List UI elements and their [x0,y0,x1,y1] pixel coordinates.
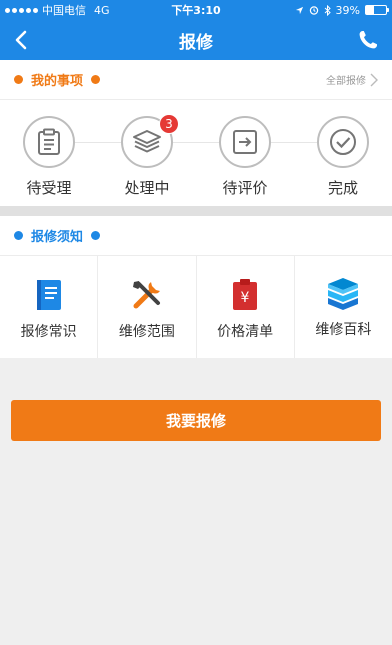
chevron-left-icon[interactable] [10,28,34,52]
repair-notice-card: 报修须知 报修常识 维修范围 ¥ 价格清单 维修百科 [0,216,392,358]
nav-bar: 报修 [0,20,392,60]
check-circle-icon [330,129,356,155]
all-repairs-link[interactable]: 全部报修 [326,72,378,87]
notice-grid: 报修常识 维修范围 ¥ 价格清单 维修百科 [0,256,392,358]
submit-repair-button[interactable]: 我要报修 [11,400,381,441]
signal-strength-icon [5,7,38,13]
battery-icon [365,5,389,15]
section-divider [0,206,392,216]
arrow-right-box-icon [233,130,257,154]
bluetooth-icon [324,4,331,16]
step-label: 待评价 [222,179,268,197]
notice-title: 报修须知 [31,230,84,245]
notice-item-repair-encyclopedia[interactable]: 维修百科 [295,256,392,358]
notice-item-label: 维修范围 [118,324,175,340]
notice-item-repair-knowledge[interactable]: 报修常识 [0,256,99,358]
page-title: 报修 [179,32,213,53]
step-label: 完成 [327,179,358,197]
status-right: 39% [295,3,389,17]
blue-dot-icon [91,231,101,240]
chevron-right-icon [370,73,378,86]
tools-icon [132,281,160,309]
network-type: 4G [94,3,110,17]
notice-item-repair-scope[interactable]: 维修范围 [98,256,197,358]
orange-dot-icon [91,75,101,84]
notice-item-label: 维修百科 [315,322,372,338]
layers-icon [133,130,161,153]
step-circle [317,116,369,168]
location-arrow-icon [295,6,303,14]
processing-count-badge: 3 [159,114,179,134]
notice-header: 报修须知 [0,216,392,256]
notice-item-label: 报修常识 [20,324,77,340]
battery-fill [366,6,374,14]
orange-dot-icon [14,75,23,84]
clipboard-icon [38,128,60,155]
step-circle [219,116,271,168]
step-pending-review[interactable]: 待评价 [196,100,294,206]
step-label: 待受理 [26,179,72,197]
blue-dot-icon [14,231,23,240]
notice-item-label: 价格清单 [217,324,274,340]
repair-status-steps: 待受理 3 处理中 待评价 完成 [0,100,392,206]
step-pending-acceptance[interactable]: 待受理 [0,100,98,206]
battery-percent: 39% [335,3,360,17]
carrier-name: 中国电信 [42,4,86,17]
status-bar: 中国电信 4G 下午3:10 39% [0,0,392,20]
book-icon [36,280,61,310]
all-repairs-label: 全部报修 [326,76,366,87]
status-left: 中国电信 4G [5,2,110,18]
books-stack-icon [328,278,359,310]
price-tag-icon: ¥ [233,279,258,310]
step-label: 处理中 [124,179,170,197]
step-completed[interactable]: 完成 [294,100,392,206]
alarm-icon [309,6,318,15]
svg-text:¥: ¥ [241,290,250,306]
notice-item-price-list[interactable]: ¥ 价格清单 [197,256,295,358]
my-items-title: 我的事项 [31,74,84,89]
my-items-header: 我的事项 全部报修 [0,60,392,100]
step-processing[interactable]: 3 处理中 [98,100,196,206]
step-circle: 3 [121,114,179,168]
step-circle [23,116,75,168]
my-items-card: 我的事项 全部报修 待受理 3 处理中 待评价 完成 [0,60,392,206]
phone-icon[interactable] [356,28,380,52]
